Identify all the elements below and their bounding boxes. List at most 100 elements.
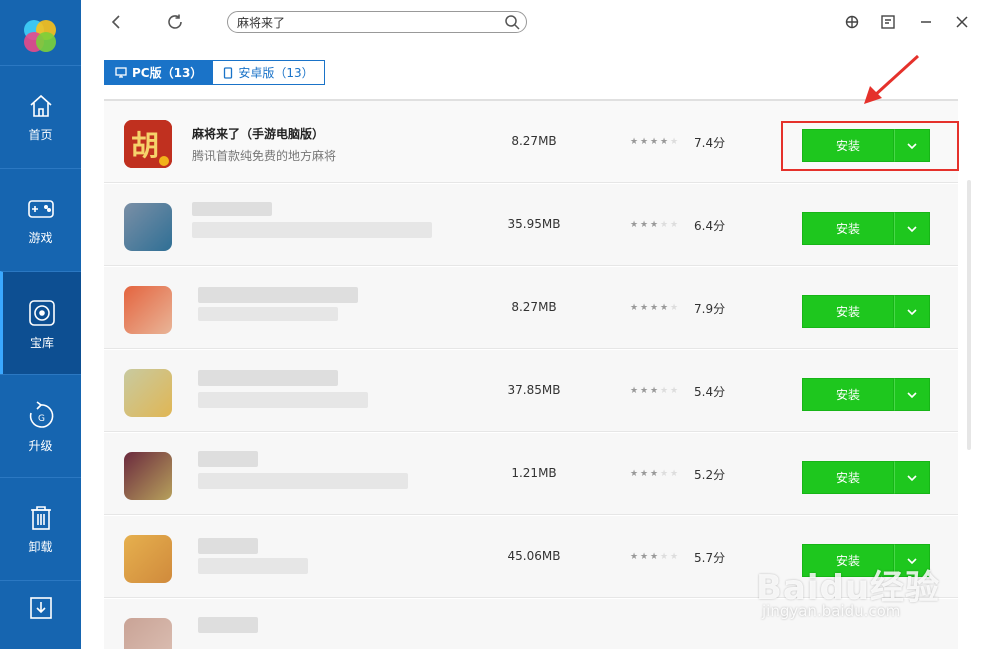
app-score: 5.2分	[694, 468, 726, 482]
rating-stars: ★ ★ ★ ★ ★	[630, 138, 679, 147]
list-item[interactable]: 8.27MB ★ ★ ★ ★ ★ 7.9分 安装	[104, 267, 958, 349]
back-button[interactable]	[105, 11, 127, 33]
app-score: 7.9分	[694, 302, 726, 316]
star-icon: ★	[670, 220, 679, 230]
refresh-icon	[168, 14, 182, 29]
install-dropdown-button[interactable]	[894, 212, 930, 245]
download-icon	[29, 597, 52, 619]
app-logo-icon[interactable]	[20, 16, 60, 56]
chevron-left-icon	[111, 15, 120, 29]
svg-text:G: G	[38, 414, 45, 424]
tab-label: 安卓版（13）	[238, 66, 314, 80]
blurred-app-name	[198, 451, 258, 467]
sidebar-item-download[interactable]	[0, 580, 81, 649]
blurred-app-name	[198, 538, 258, 554]
star-icon: ★	[670, 303, 679, 313]
install-button[interactable]: 安装	[802, 378, 894, 411]
sidebar-item-home[interactable]: 首页	[0, 65, 81, 168]
sidebar: 首页 游戏 宝库 G 升级 卸载	[0, 0, 81, 649]
install-dropdown-button[interactable]	[894, 295, 930, 328]
gamepad-icon	[27, 200, 54, 218]
app-score: 5.4分	[694, 385, 726, 399]
app-icon[interactable]	[124, 369, 172, 417]
install-dropdown-button[interactable]	[894, 461, 930, 494]
sidebar-item-upgrade[interactable]: G 升级	[0, 374, 81, 477]
app-size: 37.85MB	[507, 383, 561, 397]
star-icon: ★	[650, 469, 659, 479]
settings-icon	[845, 15, 859, 29]
feedback-button[interactable]	[877, 11, 899, 33]
app-score: 5.7分	[694, 551, 726, 565]
sidebar-item-games[interactable]: 游戏	[0, 168, 81, 271]
install-control: 安装	[802, 295, 930, 328]
scrollbar[interactable]	[967, 180, 971, 450]
app-icon[interactable]	[124, 286, 172, 334]
star-icon: ★	[660, 552, 669, 562]
install-control: 安装	[802, 378, 930, 411]
app-name[interactable]: 麻将来了（手游电脑版）	[192, 125, 324, 142]
install-button[interactable]: 安装	[802, 295, 894, 328]
blurred-app-name	[198, 617, 258, 633]
star-icon: ★	[670, 552, 679, 562]
list-item[interactable]: 37.85MB ★ ★ ★ ★ ★ 5.4分 安装	[104, 350, 958, 432]
star-icon: ★	[640, 552, 649, 562]
rating-stars: ★ ★ ★ ★ ★	[630, 470, 679, 479]
blurred-app-name	[198, 370, 338, 386]
star-icon: ★	[650, 220, 659, 230]
monitor-icon	[115, 67, 127, 78]
star-icon: ★	[650, 303, 659, 313]
star-icon: ★	[660, 137, 669, 147]
app-icon[interactable]	[124, 535, 172, 583]
rating-stars: ★ ★ ★ ★ ★	[630, 304, 679, 313]
star-icon: ★	[670, 386, 679, 396]
search-input[interactable]	[237, 14, 497, 30]
search-box[interactable]	[227, 11, 527, 33]
highlight-box	[781, 121, 959, 171]
star-icon: ★	[630, 137, 639, 147]
chevron-down-icon	[907, 308, 917, 315]
sidebar-item-uninstall[interactable]: 卸载	[0, 477, 81, 580]
list-item[interactable]: 1.21MB ★ ★ ★ ★ ★ 5.2分 安装	[104, 433, 958, 515]
app-icon[interactable]	[124, 452, 172, 500]
tab-pc[interactable]: PC版（13）	[104, 60, 214, 85]
top-bar	[81, 0, 982, 46]
app-icon[interactable]	[124, 618, 172, 649]
install-button[interactable]: 安装	[802, 212, 894, 245]
blurred-app-description	[198, 558, 308, 574]
rating-stars: ★ ★ ★ ★ ★	[630, 221, 679, 230]
svg-text:胡: 胡	[131, 129, 159, 162]
install-dropdown-button[interactable]	[894, 378, 930, 411]
app-size: 45.06MB	[507, 549, 561, 563]
blurred-app-description	[198, 392, 368, 408]
list-item[interactable]: 35.95MB ★ ★ ★ ★ ★ 6.4分 安装	[104, 184, 958, 266]
blurred-app-description	[198, 307, 338, 321]
app-score: 7.4分	[694, 136, 726, 150]
tab-label: PC版（13）	[132, 66, 203, 80]
app-description: 腾讯首款纯免费的地方麻将	[192, 149, 337, 163]
app-icon[interactable]	[124, 203, 172, 251]
minimize-button[interactable]	[915, 11, 937, 33]
star-icon: ★	[650, 137, 659, 147]
sidebar-item-library[interactable]: 宝库	[0, 271, 81, 374]
install-button[interactable]: 安装	[802, 461, 894, 494]
blurred-app-description	[192, 222, 432, 238]
app-icon[interactable]: 胡	[124, 120, 172, 168]
rating-stars: ★ ★ ★ ★ ★	[630, 553, 679, 562]
tab-android[interactable]: 安卓版（13）	[213, 60, 325, 85]
refresh-button[interactable]	[164, 11, 186, 33]
star-icon: ★	[670, 469, 679, 479]
platform-tabs: PC版（13） 安卓版（13）	[104, 60, 325, 85]
feedback-icon	[881, 15, 895, 29]
search-icon[interactable]	[504, 14, 520, 30]
chevron-down-icon	[907, 474, 917, 481]
sidebar-item-label: 游戏	[28, 231, 53, 245]
close-button[interactable]	[951, 11, 973, 33]
star-icon: ★	[660, 386, 669, 396]
minimize-icon	[921, 21, 931, 23]
skin-button[interactable]	[841, 11, 863, 33]
phone-icon	[224, 66, 233, 79]
install-control: 安装	[802, 461, 930, 494]
app-size: 35.95MB	[507, 217, 561, 231]
star-icon: ★	[630, 386, 639, 396]
trash-icon	[30, 506, 51, 530]
